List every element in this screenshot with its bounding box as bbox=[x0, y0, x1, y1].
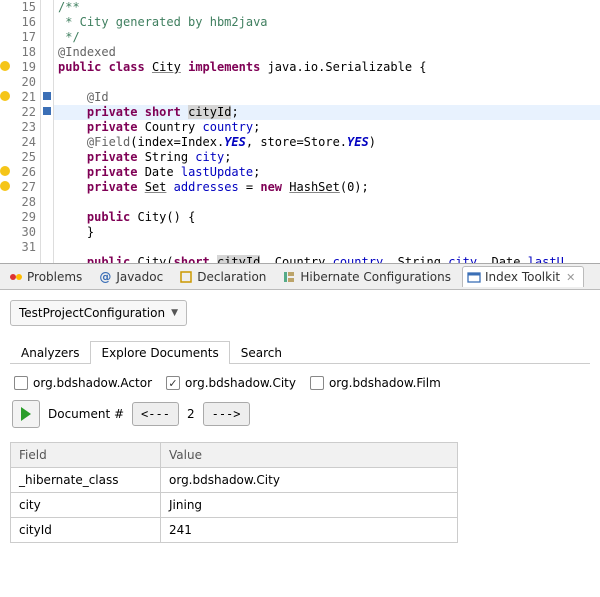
tab-index-toolkit[interactable]: Index Toolkit ✕ bbox=[462, 266, 584, 287]
line-number: 21− bbox=[0, 90, 40, 105]
entity-checkboxes: org.bdshadow.Actor org.bdshadow.City org.b… bbox=[14, 376, 590, 390]
entity-label: org.bdshadow.Film bbox=[329, 376, 441, 390]
code-line[interactable] bbox=[58, 195, 600, 210]
code-line[interactable]: private String city; bbox=[58, 150, 600, 165]
entity-checkbox[interactable]: org.bdshadow.Film bbox=[310, 376, 441, 390]
subtab-search[interactable]: Search bbox=[230, 341, 293, 364]
line-gutter: 15−161718192021−222324−2526272829−3031 bbox=[0, 0, 40, 263]
line-number: 28 bbox=[0, 195, 40, 210]
index-toolkit-panel: TestProjectConfiguration ▼ Analyzers Exp… bbox=[0, 290, 600, 543]
document-navigator: Document # <--- 2 ---> bbox=[12, 400, 590, 428]
line-number: 24− bbox=[0, 135, 40, 150]
code-line[interactable]: private Date lastUpdate; bbox=[58, 165, 600, 180]
tab-label: Index Toolkit bbox=[485, 270, 560, 284]
entity-checkbox[interactable]: org.bdshadow.City bbox=[166, 376, 296, 390]
line-number: 19 bbox=[0, 60, 40, 75]
cell-value: org.bdshadow.City bbox=[161, 468, 458, 493]
next-button[interactable]: ---> bbox=[203, 402, 250, 426]
code-line[interactable]: private Country country; bbox=[58, 120, 600, 135]
code-editor: 15−161718192021−222324−2526272829−3031 /… bbox=[0, 0, 600, 264]
code-line[interactable]: /** bbox=[58, 0, 600, 15]
subtab-analyzers[interactable]: Analyzers bbox=[10, 341, 90, 364]
hibernate-icon bbox=[282, 270, 296, 284]
tab-label: Problems bbox=[27, 270, 82, 284]
line-number: 25 bbox=[0, 150, 40, 165]
line-number: 15− bbox=[0, 0, 40, 15]
dropdown-value: TestProjectConfiguration bbox=[19, 306, 165, 320]
code-line[interactable]: @Id bbox=[58, 90, 600, 105]
cell-value: 241 bbox=[161, 518, 458, 543]
run-button[interactable] bbox=[12, 400, 40, 428]
entity-label: org.bdshadow.Actor bbox=[33, 376, 152, 390]
prev-button[interactable]: <--- bbox=[132, 402, 179, 426]
line-number bbox=[0, 255, 40, 264]
code-line[interactable] bbox=[58, 240, 600, 255]
code-line[interactable]: } bbox=[58, 225, 600, 240]
cell-field: cityId bbox=[11, 518, 161, 543]
checkbox-icon bbox=[14, 376, 28, 390]
line-number: 20 bbox=[0, 75, 40, 90]
line-number: 18 bbox=[0, 45, 40, 60]
checkbox-icon bbox=[310, 376, 324, 390]
line-number: 31 bbox=[0, 240, 40, 255]
code-line[interactable]: private Set addresses = new HashSet(0); bbox=[58, 180, 600, 195]
line-number: 26 bbox=[0, 165, 40, 180]
line-number: 23 bbox=[0, 120, 40, 135]
code-area[interactable]: /** * City generated by hbm2java */@Inde… bbox=[54, 0, 600, 263]
toolkit-subtabs: Analyzers Explore Documents Search bbox=[10, 340, 590, 364]
tab-problems[interactable]: Problems bbox=[4, 266, 91, 287]
problems-icon bbox=[9, 270, 23, 284]
subtab-explore-documents[interactable]: Explore Documents bbox=[90, 341, 229, 364]
column-header-field[interactable]: Field bbox=[11, 443, 161, 468]
tab-hibernate[interactable]: Hibernate Configurations bbox=[277, 266, 460, 287]
configuration-dropdown[interactable]: TestProjectConfiguration ▼ bbox=[10, 300, 187, 326]
cell-field: _hibernate_class bbox=[11, 468, 161, 493]
javadoc-icon: @ bbox=[98, 270, 112, 284]
line-number: 27 bbox=[0, 180, 40, 195]
entity-label: org.bdshadow.City bbox=[185, 376, 296, 390]
table-row[interactable]: cityId241 bbox=[11, 518, 458, 543]
tab-label: Javadoc bbox=[116, 270, 163, 284]
code-line[interactable]: @Field(index=Index.YES, store=Store.YES) bbox=[58, 135, 600, 150]
document-label: Document # bbox=[48, 407, 124, 421]
code-line[interactable]: */ bbox=[58, 30, 600, 45]
folding-ruler bbox=[40, 0, 54, 263]
code-line[interactable]: public class City implements java.io.Ser… bbox=[58, 60, 600, 75]
document-table: Field Value _hibernate_classorg.bdshadow… bbox=[10, 442, 458, 543]
table-row[interactable]: _hibernate_classorg.bdshadow.City bbox=[11, 468, 458, 493]
checkbox-icon bbox=[166, 376, 180, 390]
cell-field: city bbox=[11, 493, 161, 518]
table-row[interactable]: cityJining bbox=[11, 493, 458, 518]
tab-declaration[interactable]: Declaration bbox=[174, 266, 275, 287]
code-line[interactable]: public City(short cityId, Country countr… bbox=[58, 255, 600, 263]
column-header-value[interactable]: Value bbox=[161, 443, 458, 468]
line-number: 29− bbox=[0, 210, 40, 225]
play-icon bbox=[21, 407, 31, 421]
line-number: 22 bbox=[0, 105, 40, 120]
line-number: 17 bbox=[0, 30, 40, 45]
code-line[interactable]: private short cityId; bbox=[54, 105, 600, 120]
index-toolkit-icon bbox=[467, 270, 481, 284]
tab-label: Declaration bbox=[197, 270, 266, 284]
tab-label: Hibernate Configurations bbox=[300, 270, 451, 284]
close-icon[interactable]: ✕ bbox=[566, 271, 575, 284]
code-line[interactable]: public City() { bbox=[58, 210, 600, 225]
code-line[interactable]: @Indexed bbox=[58, 45, 600, 60]
code-line[interactable] bbox=[58, 75, 600, 90]
cell-value: Jining bbox=[161, 493, 458, 518]
code-line[interactable]: * City generated by hbm2java bbox=[58, 15, 600, 30]
line-number: 30 bbox=[0, 225, 40, 240]
entity-checkbox[interactable]: org.bdshadow.Actor bbox=[14, 376, 152, 390]
chevron-down-icon: ▼ bbox=[171, 308, 178, 318]
declaration-icon bbox=[179, 270, 193, 284]
document-number: 2 bbox=[187, 407, 195, 421]
tab-javadoc[interactable]: @ Javadoc bbox=[93, 266, 172, 287]
line-number: 16 bbox=[0, 15, 40, 30]
views-tabbar: Problems @ Javadoc Declaration Hibernate… bbox=[0, 264, 600, 290]
